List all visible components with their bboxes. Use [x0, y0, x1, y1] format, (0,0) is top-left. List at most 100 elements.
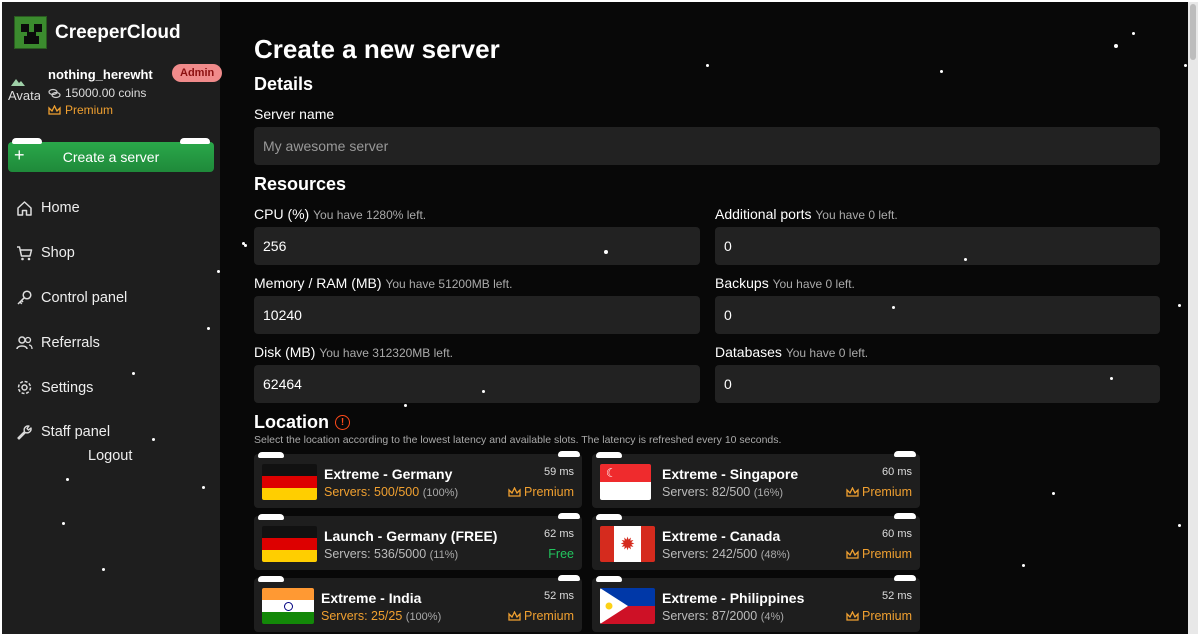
location-tier-text: Premium	[523, 485, 574, 499]
location-latency: 52 ms	[882, 590, 912, 602]
india-flag-icon	[262, 588, 314, 624]
snow-decoration	[894, 451, 916, 457]
location-tier: Premium	[508, 609, 574, 623]
snow-decoration	[558, 575, 580, 581]
crown-icon	[508, 486, 521, 497]
memory-hint: You have 51200MB left.	[385, 277, 513, 291]
location-tier: Premium	[846, 547, 912, 561]
crown-icon	[48, 104, 61, 115]
snowflake-decoration	[1178, 304, 1181, 307]
databases-label-text: Databases	[715, 344, 782, 360]
snowflake-decoration	[964, 258, 967, 261]
snow-decoration	[180, 138, 210, 144]
databases-hint: You have 0 left.	[785, 346, 869, 360]
location-tier-text: Premium	[861, 609, 912, 623]
memory-input[interactable]: 10240	[254, 296, 700, 334]
snow-decoration	[894, 575, 916, 581]
warning-icon[interactable]: !	[335, 415, 350, 430]
avatar-alt-text: Avatar	[8, 88, 40, 103]
location-card[interactable]: Extreme - Philippines Servers: 87/2000 (…	[592, 578, 920, 632]
logout-link[interactable]: Logout	[88, 448, 132, 464]
sidebar-item-settings[interactable]: Settings	[16, 365, 127, 410]
sidebar: CreeperCloud Avatar nothing_herewht Admi…	[2, 2, 245, 634]
location-name: Extreme - Germany	[324, 466, 453, 482]
cpu-hint: You have 1280% left.	[313, 208, 427, 222]
snowflake-decoration	[604, 250, 608, 254]
disk-label-text: Disk (MB)	[254, 344, 316, 360]
snow-decoration	[258, 576, 284, 582]
location-servers-count: Servers: 25/25	[321, 609, 403, 623]
location-latency: 59 ms	[544, 466, 574, 478]
germany-flag-icon	[262, 526, 317, 562]
snowflake-decoration	[207, 327, 210, 330]
scrollbar-thumb[interactable]	[1190, 4, 1196, 60]
location-servers-pct: (4%)	[760, 611, 784, 623]
location-card[interactable]: Extreme - Germany Servers: 500/500 (100%…	[254, 454, 582, 508]
sidebar-item-label: Shop	[41, 245, 75, 262]
server-name-input[interactable]: My awesome server	[254, 127, 1160, 165]
backups-input[interactable]: 0	[715, 296, 1160, 334]
cpu-label-text: CPU (%)	[254, 206, 310, 222]
tier-text: Premium	[65, 103, 114, 117]
location-name: Extreme - Singapore	[662, 466, 799, 482]
snowflake-decoration	[202, 486, 205, 489]
avatar[interactable]: Avatar	[8, 74, 44, 103]
location-card[interactable]: Launch - Germany (FREE) Servers: 536/500…	[254, 516, 582, 570]
sidebar-item-home[interactable]: Home	[16, 186, 127, 231]
snowflake-decoration	[706, 64, 709, 67]
snowflake-decoration	[1110, 377, 1113, 380]
location-servers-pct: (100%)	[405, 611, 442, 623]
location-servers-count: Servers: 536/5000	[324, 547, 427, 561]
location-tier: Free	[548, 547, 574, 561]
location-servers: Servers: 500/500 (100%)	[324, 485, 458, 499]
location-servers-pct: (11%)	[429, 549, 459, 561]
location-latency: 62 ms	[544, 528, 574, 540]
snowflake-decoration	[404, 404, 407, 407]
ports-label: Additional ports You have 0 left.	[715, 206, 898, 222]
snow-decoration	[258, 452, 284, 458]
disk-input[interactable]: 62464	[254, 365, 700, 403]
snowflake-decoration	[217, 270, 220, 273]
memory-label: Memory / RAM (MB) You have 51200MB left.	[254, 275, 512, 291]
snow-decoration	[596, 452, 622, 458]
sidebar-item-control-panel[interactable]: Control panel	[16, 276, 127, 321]
location-tier: Premium	[508, 485, 574, 499]
snowflake-decoration	[102, 568, 105, 571]
snowflake-decoration	[66, 478, 69, 481]
wrench-icon	[17, 425, 32, 440]
create-server-label: Create a server	[62, 149, 160, 165]
snow-decoration	[12, 138, 42, 144]
snowflake-decoration	[1178, 524, 1181, 527]
snowflake-decoration	[152, 438, 155, 441]
location-card[interactable]: ☾ Extreme - Singapore Servers: 82/500 (1…	[592, 454, 920, 508]
snowflake-decoration	[1022, 564, 1025, 567]
cpu-input[interactable]: 256	[254, 227, 700, 265]
philippines-flag-icon	[600, 588, 655, 624]
sidebar-item-referrals[interactable]: Referrals	[16, 320, 127, 365]
location-card[interactable]: Extreme - India Servers: 25/25 (100%) 52…	[254, 578, 582, 632]
broken-image-icon	[11, 79, 25, 86]
location-subtitle: Select the location according to the low…	[254, 434, 782, 446]
databases-input[interactable]: 0	[715, 365, 1160, 403]
location-name: Extreme - India	[321, 590, 422, 606]
location-card[interactable]: ✹ Extreme - Canada Servers: 242/500 (48%…	[592, 516, 920, 570]
ports-input[interactable]: 0	[715, 227, 1160, 265]
cpu-label: CPU (%) You have 1280% left.	[254, 206, 426, 222]
create-server-button[interactable]: + Create a server	[8, 142, 214, 172]
snowflake-decoration	[1052, 492, 1055, 495]
username: nothing_herewht	[48, 67, 153, 82]
brand[interactable]: CreeperCloud	[14, 16, 181, 49]
sidebar-item-shop[interactable]: Shop	[16, 231, 127, 276]
crown-icon	[508, 610, 521, 621]
scrollbar[interactable]	[1188, 2, 1198, 634]
disk-hint: You have 312320MB left.	[319, 346, 453, 360]
backups-label-text: Backups	[715, 275, 769, 291]
location-tier-text: Premium	[861, 485, 912, 499]
location-tier-text: Premium	[861, 547, 912, 561]
key-icon	[17, 290, 32, 306]
ports-label-text: Additional ports	[715, 206, 812, 222]
snow-decoration	[558, 513, 580, 519]
location-latency: 60 ms	[882, 528, 912, 540]
snow-decoration	[596, 514, 622, 520]
location-tier: Premium	[846, 485, 912, 499]
